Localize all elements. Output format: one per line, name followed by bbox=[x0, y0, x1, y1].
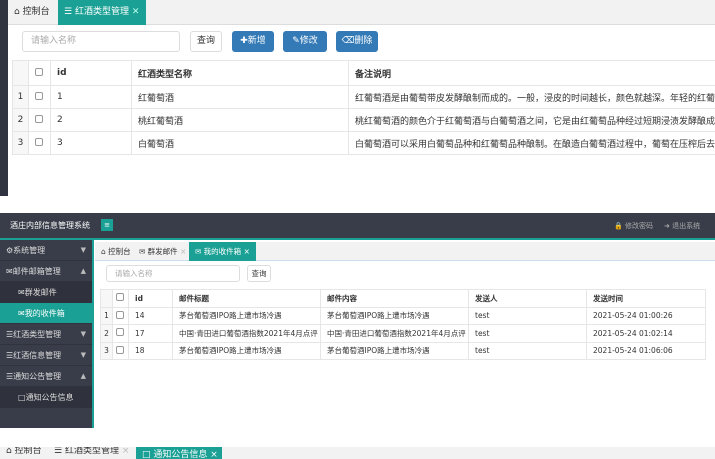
app-title: 酒庄内部信息管理系统 bbox=[10, 220, 90, 231]
wine-type-table: id红酒类型名称备注说明 11红葡萄酒红葡萄酒是由葡萄带皮发酵酿制而成的。一般，… bbox=[12, 60, 715, 155]
tab-mass-mail[interactable]: ✉ 群发邮件 × bbox=[133, 242, 192, 261]
sidebar: ⚙系统管理▼ ✉邮件邮箱管理▲ ✉群发邮件 ✉我的收件箱 ☰红酒类型管理▼ ☰红… bbox=[0, 240, 94, 428]
sidebar-edge bbox=[0, 0, 8, 196]
sidebar-item-notice-info[interactable]: □通知公告信息 bbox=[0, 387, 92, 408]
add-button[interactable]: ✚新增 bbox=[232, 31, 274, 52]
row-checkbox[interactable] bbox=[116, 328, 124, 336]
close-icon[interactable]: × bbox=[244, 247, 250, 256]
tab-dashboard[interactable]: ⌂ 控制台 bbox=[0, 447, 48, 459]
edit-icon: ✎ bbox=[292, 36, 300, 46]
table-row[interactable]: 114茅台葡萄酒IPO路上遭市场冷遇茅台葡萄酒IPO路上遭市场冷遇test202… bbox=[101, 307, 706, 325]
sidebar-item-inbox[interactable]: ✉我的收件箱 bbox=[0, 303, 92, 324]
query-button[interactable]: 查询 bbox=[247, 265, 271, 282]
close-icon[interactable]: × bbox=[122, 447, 130, 456]
tab-bar: ⌂ 控制台 ☰ 红酒类型管理 × □ 通知公告信息 × bbox=[0, 447, 715, 459]
inbox-table: id邮件标题邮件内容发送人发送时间 114茅台葡萄酒IPO路上遭市场冷遇茅台葡萄… bbox=[100, 289, 706, 360]
row-checkbox[interactable] bbox=[35, 92, 43, 100]
select-all-checkbox[interactable] bbox=[116, 293, 124, 301]
sidebar-item-system[interactable]: ⚙系统管理▼ bbox=[0, 240, 92, 261]
row-checkbox[interactable] bbox=[116, 311, 124, 319]
table-row[interactable]: 11红葡萄酒红葡萄酒是由葡萄带皮发酵酿制而成的。一般，浸皮的时间越长，颜色就越深… bbox=[13, 86, 715, 109]
tab-wine-type[interactable]: ☰ 红酒类型管理 ✕ bbox=[58, 0, 146, 25]
app-header: 酒庄内部信息管理系统 ≡ 🔒 修改密码 ➜ 退出系统 bbox=[0, 213, 715, 240]
square-icon: □ bbox=[18, 393, 26, 402]
query-button[interactable]: 查询 bbox=[190, 31, 222, 52]
mail-icon: ✉ bbox=[6, 267, 13, 276]
tab-dashboard[interactable]: ⌂ 控制台 bbox=[95, 242, 137, 261]
mail-icon: ✉ bbox=[18, 288, 25, 297]
close-icon[interactable]: × bbox=[210, 450, 218, 459]
tab-notice-info[interactable]: □ 通知公告信息 × bbox=[136, 447, 222, 459]
search-input[interactable]: 请输入名称 bbox=[106, 265, 240, 282]
table-row[interactable]: 33白葡萄酒白葡萄酒可以采用白葡萄品种和红葡萄品种酿制。在酿造白葡萄酒过程中，葡… bbox=[13, 132, 715, 155]
tab-wine-type[interactable]: ☰ 红酒类型管理 × bbox=[48, 447, 135, 459]
tab-dashboard[interactable]: ⌂ 控制台 bbox=[8, 0, 56, 25]
sidebar-item-wine-type[interactable]: ☰红酒类型管理▼ bbox=[0, 324, 92, 345]
logout-link[interactable]: ➜ 退出系统 bbox=[664, 221, 700, 231]
wine-type-panel: ⌂ 控制台 ☰ 红酒类型管理 ✕ 请输入名称 查询 ✚新增 ✎修改 ⌫删除 id… bbox=[0, 0, 715, 196]
home-icon: ⌂ bbox=[14, 7, 23, 17]
row-checkbox[interactable] bbox=[35, 138, 43, 146]
table-row[interactable]: 318茅台葡萄酒IPO路上遭市场冷遇茅台葡萄酒IPO路上遭市场冷遇test202… bbox=[101, 342, 706, 360]
table-header: id红酒类型名称备注说明 bbox=[13, 61, 715, 86]
plus-icon: ✚ bbox=[240, 36, 248, 46]
select-all-checkbox[interactable] bbox=[35, 68, 43, 76]
tab-bar: ⌂ 控制台 ✉ 群发邮件 × ✉ 我的收件箱 × bbox=[95, 242, 715, 261]
edit-button[interactable]: ✎修改 bbox=[283, 31, 327, 52]
mail-icon: ✉ bbox=[18, 309, 25, 318]
tab-bar: ⌂ 控制台 ☰ 红酒类型管理 ✕ bbox=[8, 0, 715, 25]
trash-icon: ⌫ bbox=[342, 36, 355, 46]
tab-inbox[interactable]: ✉ 我的收件箱 × bbox=[189, 242, 256, 261]
table-header: id邮件标题邮件内容发送人发送时间 bbox=[101, 290, 706, 308]
sidebar-item-mass-mail[interactable]: ✉群发邮件 bbox=[0, 282, 92, 303]
list-icon: ☰ bbox=[64, 7, 75, 17]
change-password-link[interactable]: 🔒 修改密码 bbox=[614, 221, 653, 231]
row-checkbox[interactable] bbox=[35, 115, 43, 123]
sidebar-item-notice[interactable]: ☰通知公告管理▲ bbox=[0, 366, 92, 387]
delete-button[interactable]: ⌫删除 bbox=[336, 31, 378, 52]
table-row[interactable]: 22桃红葡萄酒桃红葡萄酒的颜色介于红葡萄酒与白葡萄酒之间，它是由红葡萄品种经过短… bbox=[13, 109, 715, 132]
sidebar-item-wine-info[interactable]: ☰红酒信息管理▼ bbox=[0, 345, 92, 366]
close-icon[interactable]: ✕ bbox=[132, 7, 140, 17]
row-checkbox[interactable] bbox=[116, 346, 124, 354]
menu-toggle-icon[interactable]: ≡ bbox=[101, 219, 113, 231]
table-row[interactable]: 217中国·青田进口葡萄酒指数2021年4月点评中国·青田进口葡萄酒指数2021… bbox=[101, 325, 706, 343]
sidebar-item-mail[interactable]: ✉邮件邮箱管理▲ bbox=[0, 261, 92, 282]
search-input[interactable]: 请输入名称 bbox=[22, 31, 180, 52]
close-icon[interactable]: × bbox=[180, 247, 186, 256]
